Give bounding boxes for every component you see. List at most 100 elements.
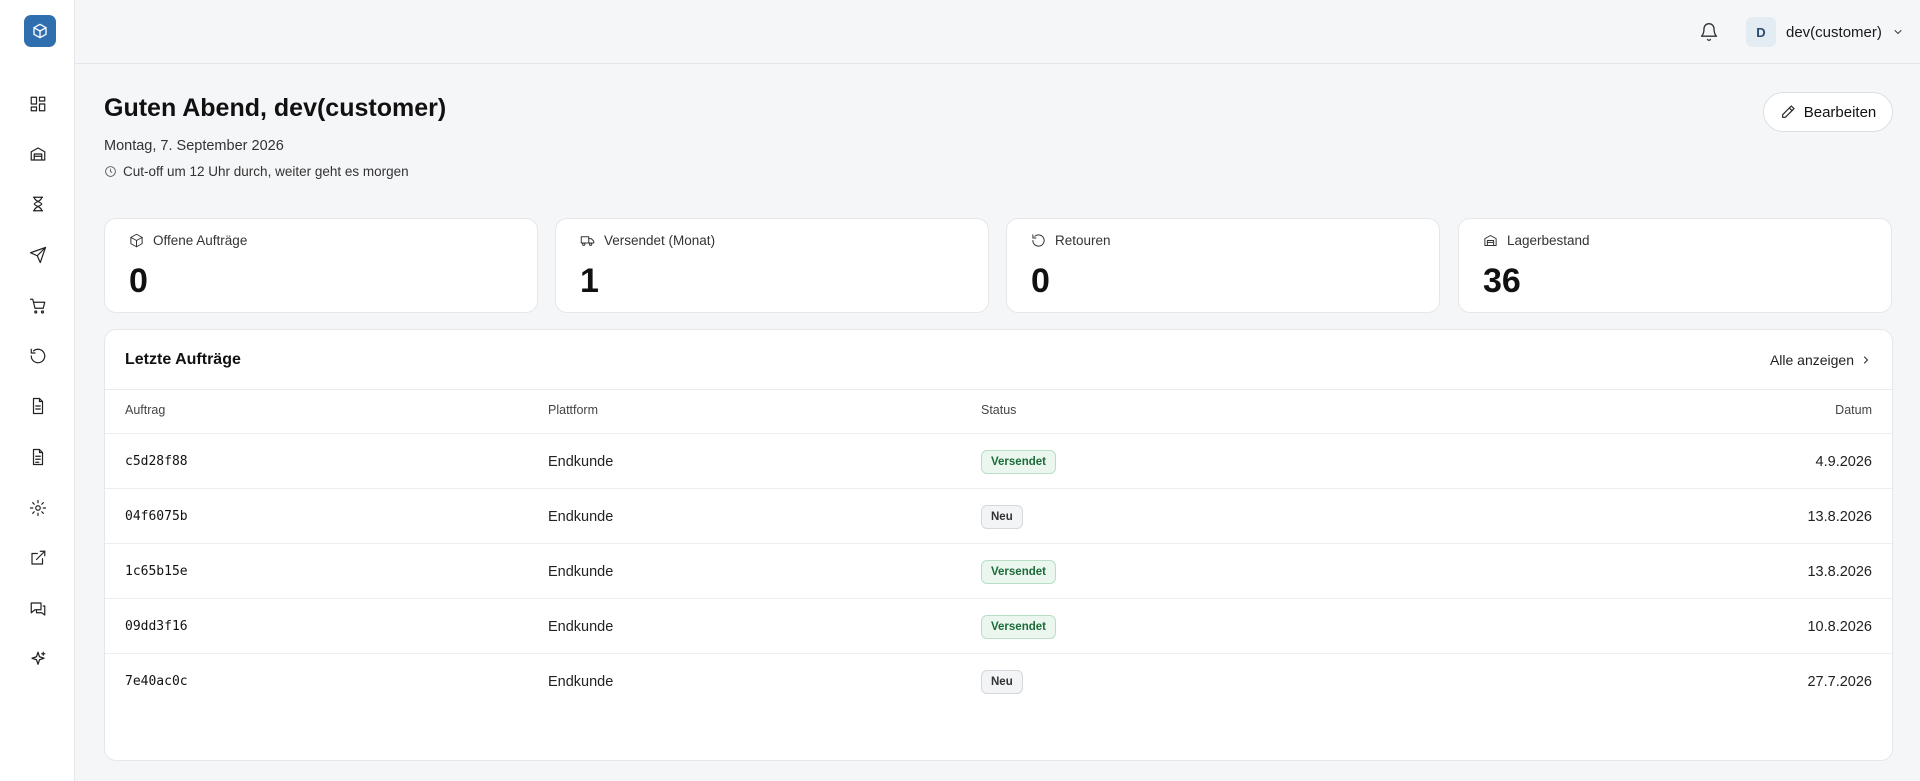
status-badge: Neu bbox=[981, 504, 1023, 529]
recent-orders-panel: Letzte Aufträge Alle anzeigen Auftrag Pl… bbox=[104, 329, 1893, 761]
stat-value: 36 bbox=[1483, 262, 1521, 300]
order-id[interactable]: c5d28f88 bbox=[125, 434, 188, 489]
edit-button-label: Bearbeiten bbox=[1803, 103, 1877, 121]
stat-label: Retouren bbox=[1055, 233, 1111, 248]
sidebar-item-shipments[interactable] bbox=[20, 237, 56, 273]
sidebar-item-orders[interactable] bbox=[20, 288, 56, 324]
chevron-right-icon bbox=[1864, 356, 1868, 364]
warehouse-icon bbox=[1484, 235, 1497, 246]
notifications-button[interactable] bbox=[1695, 18, 1723, 46]
sidebar-item-dashboard[interactable] bbox=[20, 86, 56, 122]
status-badge: Versendet bbox=[981, 449, 1056, 474]
column-header-date[interactable]: Datum bbox=[1835, 403, 1872, 417]
order-platform: Endkunde bbox=[548, 563, 614, 580]
sidebar-item-pending[interactable] bbox=[20, 186, 56, 222]
warehouse-icon bbox=[30, 147, 46, 161]
stat-card-shipped-month[interactable]: Versendet (Monat) 1 bbox=[555, 218, 989, 313]
order-status: Versendet bbox=[981, 544, 1056, 599]
table-row[interactable]: c5d28f88 Endkunde Versendet 4.9.2026 bbox=[105, 433, 1892, 488]
hourglass-icon bbox=[32, 196, 44, 212]
stat-card-header: Versendet (Monat) bbox=[580, 233, 715, 248]
truck-icon bbox=[580, 236, 595, 246]
order-id[interactable]: 04f6075b bbox=[125, 489, 188, 544]
box-icon bbox=[33, 23, 47, 39]
send-icon bbox=[29, 246, 47, 264]
order-platform: Endkunde bbox=[548, 453, 614, 470]
stat-value: 0 bbox=[1031, 262, 1050, 300]
sidebar-item-warehouse[interactable] bbox=[20, 136, 56, 172]
sidebar bbox=[0, 0, 75, 781]
stat-value: 0 bbox=[129, 262, 148, 300]
file-text-icon bbox=[32, 448, 44, 466]
column-header-platform[interactable]: Plattform bbox=[548, 403, 598, 417]
stat-label: Offene Aufträge bbox=[153, 233, 248, 248]
stat-label: Versendet (Monat) bbox=[604, 233, 716, 248]
stat-card-open-orders[interactable]: Offene Aufträge 0 bbox=[104, 218, 538, 313]
clock-icon bbox=[105, 166, 116, 177]
order-status: Versendet bbox=[981, 599, 1056, 654]
table-row[interactable]: 09dd3f16 Endkunde Versendet 10.8.2026 bbox=[105, 598, 1892, 653]
rotate-ccw-icon bbox=[1032, 234, 1045, 247]
order-id[interactable]: 1c65b15e bbox=[125, 544, 188, 599]
cart-icon bbox=[29, 298, 46, 314]
user-name: dev(customer) bbox=[1786, 23, 1882, 41]
order-platform: Endkunde bbox=[548, 618, 614, 635]
sidebar-item-invoices[interactable] bbox=[20, 439, 56, 475]
order-platform: Endkunde bbox=[548, 673, 614, 690]
order-status: Neu bbox=[981, 489, 1023, 544]
stat-card-returns[interactable]: Retouren 0 bbox=[1006, 218, 1440, 313]
gear-icon bbox=[29, 499, 47, 517]
table-row[interactable]: 04f6075b Endkunde Neu 13.8.2026 bbox=[105, 488, 1892, 543]
stat-card-header: Offene Aufträge bbox=[129, 233, 247, 248]
page-title: Guten Abend, dev(customer) bbox=[104, 94, 447, 122]
rotate-ccw-icon bbox=[30, 348, 46, 364]
document-icon bbox=[32, 397, 44, 415]
edit-button[interactable]: Bearbeiten bbox=[1763, 92, 1893, 132]
table-row[interactable]: 1c65b15e Endkunde Versendet 13.8.2026 bbox=[105, 543, 1892, 598]
order-id[interactable]: 7e40ac0c bbox=[125, 654, 188, 709]
table-row[interactable]: 7e40ac0c Endkunde Neu 27.7.2026 bbox=[105, 653, 1892, 708]
sparkles-icon bbox=[31, 651, 46, 665]
order-date: 13.8.2026 bbox=[1807, 508, 1872, 525]
bell-icon bbox=[1700, 23, 1718, 42]
cutoff-text: Cut-off um 12 Uhr durch, weiter geht es … bbox=[123, 164, 409, 179]
stat-value: 1 bbox=[580, 262, 599, 300]
avatar: D bbox=[1746, 17, 1776, 47]
order-date: 13.8.2026 bbox=[1807, 563, 1872, 580]
stat-card-header: Retouren bbox=[1031, 233, 1111, 248]
stat-label: Lagerbestand bbox=[1507, 233, 1590, 248]
order-date: 27.7.2026 bbox=[1807, 673, 1872, 690]
messages-icon bbox=[30, 602, 46, 616]
user-menu[interactable]: D dev(customer) bbox=[1746, 16, 1904, 48]
stat-card-inventory[interactable]: Lagerbestand 36 bbox=[1458, 218, 1892, 313]
sidebar-item-settings[interactable] bbox=[20, 490, 56, 526]
status-badge: Versendet bbox=[981, 559, 1056, 584]
order-date: 10.8.2026 bbox=[1807, 618, 1872, 635]
order-id[interactable]: 09dd3f16 bbox=[125, 599, 188, 654]
column-header-order[interactable]: Auftrag bbox=[125, 403, 165, 417]
show-all-link[interactable]: Alle anzeigen bbox=[1770, 352, 1872, 368]
sidebar-item-external[interactable] bbox=[20, 540, 56, 576]
sidebar-item-ai[interactable] bbox=[20, 641, 56, 677]
divider bbox=[105, 389, 1892, 390]
status-badge: Neu bbox=[981, 669, 1023, 694]
order-platform: Endkunde bbox=[548, 508, 614, 525]
show-all-label: Alle anzeigen bbox=[1769, 352, 1854, 368]
sidebar-item-documents[interactable] bbox=[20, 388, 56, 424]
column-header-status[interactable]: Status bbox=[981, 403, 1016, 417]
sidebar-item-messages[interactable] bbox=[20, 591, 56, 627]
status-badge: Versendet bbox=[981, 614, 1056, 639]
order-status: Versendet bbox=[981, 434, 1056, 489]
recent-orders-title: Letzte Aufträge bbox=[125, 351, 241, 368]
order-status: Neu bbox=[981, 654, 1023, 709]
box-icon bbox=[130, 233, 143, 248]
stat-card-header: Lagerbestand bbox=[1483, 233, 1590, 248]
app-logo[interactable] bbox=[24, 15, 56, 47]
external-link-icon bbox=[31, 550, 46, 565]
cutoff-notice: Cut-off um 12 Uhr durch, weiter geht es … bbox=[104, 164, 409, 179]
sidebar-item-returns[interactable] bbox=[20, 338, 56, 374]
top-bar bbox=[75, 0, 1920, 64]
order-date: 4.9.2026 bbox=[1815, 453, 1872, 470]
dashboard-icon bbox=[30, 96, 46, 112]
current-date: Montag, 7. September 2026 bbox=[104, 138, 284, 154]
